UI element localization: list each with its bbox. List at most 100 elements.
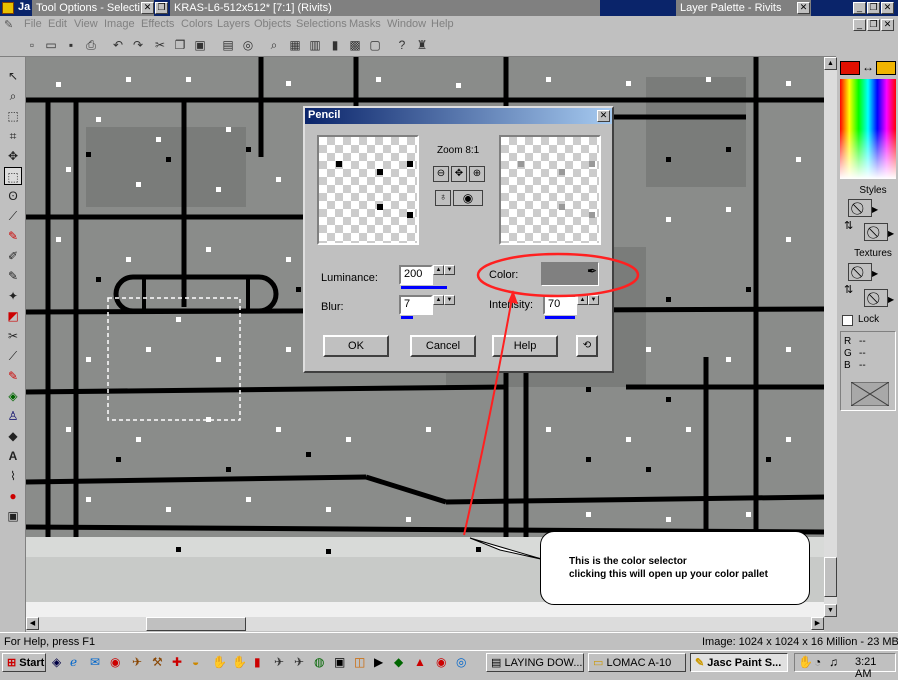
blur-input[interactable]: 7 (399, 295, 433, 315)
menu-file[interactable]: File (24, 18, 42, 30)
luminance-spinner[interactable]: ▲ ▼ (433, 265, 455, 285)
quicklaunch-game-icon[interactable]: ✈ (132, 655, 142, 669)
text-tool-icon[interactable]: A (4, 447, 22, 465)
scroll-up-icon[interactable]: ▲ (824, 57, 837, 70)
eyedropper-icon[interactable]: ✒ (587, 264, 597, 278)
doc-minimize-button[interactable]: _ (853, 19, 866, 31)
blur-slider[interactable] (401, 316, 413, 319)
swap-styles-icon[interactable]: ⇅ (844, 219, 853, 232)
scroll-down-icon[interactable]: ▼ (824, 604, 837, 617)
horizontal-scroll-thumb[interactable] (146, 617, 246, 631)
layer-palette-window[interactable]: Layer Palette - Rivits (676, 0, 811, 16)
after-preview[interactable] (499, 135, 601, 245)
help-button[interactable]: Help (492, 335, 558, 357)
new-icon[interactable]: ▫ (24, 37, 40, 53)
flood-fill-icon[interactable]: ◈ (4, 387, 22, 405)
script-icon[interactable]: ♜ (414, 37, 430, 53)
quicklaunch-tool-icon[interactable]: ⚒ (152, 655, 163, 669)
zoom-tool-icon[interactable]: ⌕ (266, 37, 282, 53)
overview-icon[interactable]: ▢ (367, 37, 383, 53)
draw-tool-icon[interactable]: ⌇ (4, 467, 22, 485)
capture-icon[interactable]: ◎ (240, 37, 256, 53)
ok-button[interactable]: OK (323, 335, 389, 357)
background-color-swatch[interactable] (876, 61, 896, 75)
quicklaunch-app-icon[interactable]: ◉ (110, 655, 120, 669)
doc-maximize-button[interactable]: ❐ (867, 19, 880, 31)
dialog-titlebar[interactable]: Pencil (305, 108, 612, 124)
lasso-icon[interactable]: ʘ (4, 187, 22, 205)
horizontal-scrollbar[interactable]: ◀ ▶ (26, 617, 824, 631)
swap-textures-icon[interactable]: ⇅ (844, 283, 853, 296)
layer-palette-close-button[interactable]: ✕ (797, 2, 810, 14)
quicklaunch-plane-icon[interactable]: ✈ (274, 655, 284, 669)
background-style-button[interactable]: ⃠ (864, 223, 888, 241)
start-button[interactable]: ⊞ Start (2, 653, 46, 672)
doc-close-button[interactable]: ✕ (881, 19, 894, 31)
lock-checkbox[interactable] (842, 315, 853, 326)
cancel-button[interactable]: Cancel (410, 335, 476, 357)
layer-palette-icon[interactable]: ▩ (347, 37, 363, 53)
color-picker-spectrum[interactable] (840, 79, 896, 179)
context-help-icon[interactable]: ? (394, 37, 410, 53)
cut-icon[interactable]: ✂ (152, 37, 168, 53)
menu-objects[interactable]: Objects (254, 18, 291, 30)
menu-edit[interactable]: Edit (48, 18, 67, 30)
foreground-style-button[interactable]: ⃠ (848, 199, 872, 217)
zoom-out-icon[interactable]: ⊖ (433, 166, 449, 182)
quicklaunch-plane-icon-2[interactable]: ✈ (294, 655, 304, 669)
object-selector-icon[interactable]: ▣ (4, 507, 22, 525)
close-button[interactable]: ✕ (881, 2, 894, 14)
menu-window[interactable]: Window (387, 18, 426, 30)
maximize-button[interactable]: ❐ (867, 2, 880, 14)
clock[interactable]: 3:21 AM (855, 656, 895, 680)
foreground-color-swatch[interactable] (840, 61, 860, 75)
task-lomac[interactable]: ▭ LOMAC A-10 (588, 653, 686, 672)
doc-menu-icon[interactable]: ✎ (4, 18, 13, 31)
scroll-left-icon[interactable]: ◀ (26, 617, 39, 630)
color-palette-icon[interactable]: ▥ (307, 37, 323, 53)
arrow-tool-icon[interactable]: ↖ (4, 67, 22, 85)
quicklaunch-ie-icon[interactable]: ℯ (70, 655, 77, 669)
style-dropdown-icon[interactable]: ▶ (872, 205, 878, 214)
menu-image[interactable]: Image (104, 18, 135, 30)
proof-eye-icon[interactable]: ◉ (453, 190, 483, 206)
quicklaunch-red-icon[interactable]: ▲ (414, 655, 426, 669)
texture-dropdown-icon-2[interactable]: ▶ (888, 295, 894, 304)
open-icon[interactable]: ▭ (43, 37, 59, 53)
menu-view[interactable]: View (74, 18, 98, 30)
dropper-icon[interactable]: ⟋ (4, 207, 22, 225)
menu-effects[interactable]: Effects (141, 18, 174, 30)
zoom-icon[interactable]: ⌕ (4, 87, 22, 105)
intensity-input[interactable]: 70 (543, 295, 577, 315)
auto-proof-icon[interactable]: ♁ (435, 190, 451, 206)
clone-brush-icon[interactable]: ✐ (4, 247, 22, 265)
toggle-toolbox-icon[interactable]: ▦ (287, 37, 303, 53)
document-titlebar[interactable]: KRAS-L6-512x512* [7:1] (Rivits) (170, 0, 600, 16)
tool-options-window[interactable]: Tool Options - Selecti (32, 0, 154, 16)
quicklaunch-paint-icon[interactable]: ◒ (192, 655, 199, 669)
quicklaunch-book-icon[interactable]: ▮ (254, 655, 261, 669)
print-icon[interactable]: ⎙ (83, 37, 99, 53)
menu-layers[interactable]: Layers (217, 18, 250, 30)
scroll-right-icon[interactable]: ▶ (811, 617, 824, 630)
zoom-in-icon[interactable]: ⊕ (469, 166, 485, 182)
background-texture-button[interactable]: ⃠ (864, 289, 888, 307)
histogram-icon[interactable]: ▮ (327, 37, 343, 53)
redo-icon[interactable]: ↷ (130, 37, 146, 53)
spin-up-icon[interactable]: ▲ (577, 295, 588, 305)
quicklaunch-disc-icon[interactable]: ◎ (456, 655, 466, 669)
tray-volume-icon[interactable]: ♫ (829, 655, 838, 669)
quicklaunch-folder-icon[interactable]: ◫ (354, 655, 365, 669)
before-preview[interactable] (317, 135, 419, 245)
undo-icon[interactable]: ↶ (110, 37, 126, 53)
quicklaunch-hand-icon[interactable]: ✋ (212, 655, 227, 669)
tool-options-close-button[interactable]: ✕ (141, 2, 154, 14)
intensity-slider[interactable] (545, 316, 575, 319)
quicklaunch-media-icon[interactable]: ◉ (436, 655, 446, 669)
spin-up-icon[interactable]: ▲ (433, 295, 444, 305)
mover-icon[interactable]: ✥ (4, 147, 22, 165)
quicklaunch-globe-icon[interactable]: ◍ (314, 655, 324, 669)
doc-restore-button[interactable]: ❐ (155, 2, 168, 14)
pan-icon[interactable]: ✥ (451, 166, 467, 182)
reset-icon[interactable]: ⟲ (576, 335, 598, 357)
